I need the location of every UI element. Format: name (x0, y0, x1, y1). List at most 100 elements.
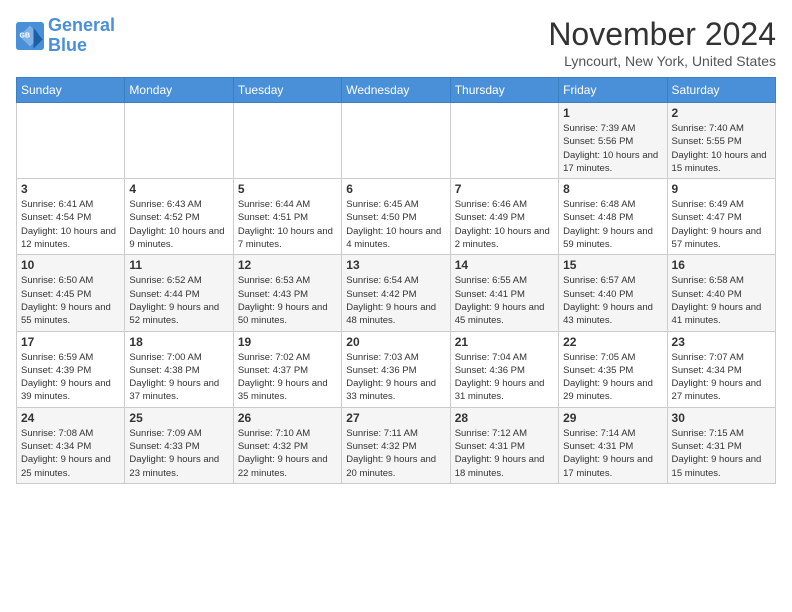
day-number: 26 (238, 411, 337, 425)
table-row: 10 Sunrise: 6:50 AMSunset: 4:45 PMDayligh… (17, 255, 125, 331)
col-wednesday: Wednesday (342, 78, 450, 103)
day-info: Sunrise: 7:15 AMSunset: 4:31 PMDaylight:… (672, 427, 771, 480)
col-tuesday: Tuesday (233, 78, 341, 103)
day-number: 28 (455, 411, 554, 425)
day-info: Sunrise: 7:09 AMSunset: 4:33 PMDaylight:… (129, 427, 228, 480)
day-number: 13 (346, 258, 445, 272)
day-number: 12 (238, 258, 337, 272)
day-info: Sunrise: 7:39 AMSunset: 5:56 PMDaylight:… (563, 122, 662, 175)
page-header: GB General Blue November 2024 Lyncourt, … (16, 16, 776, 69)
table-row: 4 Sunrise: 6:43 AMSunset: 4:52 PMDaylight… (125, 179, 233, 255)
table-row (233, 103, 341, 179)
table-row: 26 Sunrise: 7:10 AMSunset: 4:32 PMDayligh… (233, 407, 341, 483)
table-row: 13 Sunrise: 6:54 AMSunset: 4:42 PMDayligh… (342, 255, 450, 331)
day-number: 10 (21, 258, 120, 272)
day-number: 25 (129, 411, 228, 425)
calendar-week-row: 24Sunrise: 7:08 AMSunset: 4:34 PMDayligh… (17, 407, 776, 483)
day-number: 3 (21, 182, 120, 196)
calendar-week-row: 3Sunrise: 6:41 AMSunset: 4:54 PMDaylight… (17, 179, 776, 255)
logo-icon: GB (16, 22, 44, 50)
day-info: Sunrise: 6:45 AMSunset: 4:50 PMDaylight:… (346, 198, 445, 251)
table-row (342, 103, 450, 179)
day-number: 9 (672, 182, 771, 196)
calendar-week-row: 17 Sunrise: 6:59 AMSunset: 4:39 PMDayligh… (17, 331, 776, 407)
day-number: 29 (563, 411, 662, 425)
day-number: 5 (238, 182, 337, 196)
table-row: 12 Sunrise: 6:53 AMSunset: 4:43 PMDayligh… (233, 255, 341, 331)
logo-text: General Blue (48, 16, 115, 56)
day-info: Sunrise: 7:02 AMSunset: 4:37 PMDaylight:… (238, 351, 337, 404)
day-number: 23 (672, 335, 771, 349)
table-row: 3Sunrise: 6:41 AMSunset: 4:54 PMDaylight… (17, 179, 125, 255)
table-row: 11 Sunrise: 6:52 AMSunset: 4:44 PMDayligh… (125, 255, 233, 331)
day-number: 4 (129, 182, 228, 196)
table-row (125, 103, 233, 179)
table-row: 7 Sunrise: 6:46 AMSunset: 4:49 PMDaylight… (450, 179, 558, 255)
title-block: November 2024 Lyncourt, New York, United… (548, 16, 776, 69)
day-info: Sunrise: 6:46 AMSunset: 4:49 PMDaylight:… (455, 198, 554, 251)
day-info: Sunrise: 7:11 AMSunset: 4:32 PMDaylight:… (346, 427, 445, 480)
table-row: 25 Sunrise: 7:09 AMSunset: 4:33 PMDayligh… (125, 407, 233, 483)
day-number: 18 (129, 335, 228, 349)
logo-line1: General (48, 15, 115, 35)
table-row: 22 Sunrise: 7:05 AMSunset: 4:35 PMDayligh… (559, 331, 667, 407)
col-friday: Friday (559, 78, 667, 103)
calendar-table: Sunday Monday Tuesday Wednesday Thursday… (16, 77, 776, 484)
table-row: 28Sunrise: 7:12 AMSunset: 4:31 PMDayligh… (450, 407, 558, 483)
day-info: Sunrise: 7:05 AMSunset: 4:35 PMDaylight:… (563, 351, 662, 404)
day-info: Sunrise: 7:40 AMSunset: 5:55 PMDaylight:… (672, 122, 771, 175)
day-number: 11 (129, 258, 228, 272)
col-sunday: Sunday (17, 78, 125, 103)
day-info: Sunrise: 6:57 AMSunset: 4:40 PMDaylight:… (563, 274, 662, 327)
table-row: 20Sunrise: 7:03 AMSunset: 4:36 PMDayligh… (342, 331, 450, 407)
table-row: 5 Sunrise: 6:44 AMSunset: 4:51 PMDaylight… (233, 179, 341, 255)
table-row: 16 Sunrise: 6:58 AMSunset: 4:40 PMDayligh… (667, 255, 775, 331)
calendar-week-row: 1 Sunrise: 7:39 AMSunset: 5:56 PMDaylight… (17, 103, 776, 179)
day-number: 7 (455, 182, 554, 196)
day-number: 16 (672, 258, 771, 272)
day-info: Sunrise: 6:55 AMSunset: 4:41 PMDaylight:… (455, 274, 554, 327)
table-row: 24Sunrise: 7:08 AMSunset: 4:34 PMDayligh… (17, 407, 125, 483)
day-info: Sunrise: 7:07 AMSunset: 4:34 PMDaylight:… (672, 351, 771, 404)
day-info: Sunrise: 6:53 AMSunset: 4:43 PMDaylight:… (238, 274, 337, 327)
day-number: 27 (346, 411, 445, 425)
day-info: Sunrise: 6:43 AMSunset: 4:52 PMDaylight:… (129, 198, 228, 251)
table-row (450, 103, 558, 179)
table-row (17, 103, 125, 179)
svg-text:GB: GB (20, 32, 31, 39)
table-row: 23 Sunrise: 7:07 AMSunset: 4:34 PMDayligh… (667, 331, 775, 407)
day-info: Sunrise: 6:48 AMSunset: 4:48 PMDaylight:… (563, 198, 662, 251)
table-row: 6Sunrise: 6:45 AMSunset: 4:50 PMDaylight… (342, 179, 450, 255)
day-number: 21 (455, 335, 554, 349)
day-number: 2 (672, 106, 771, 120)
location-title: Lyncourt, New York, United States (548, 53, 776, 69)
day-info: Sunrise: 6:52 AMSunset: 4:44 PMDaylight:… (129, 274, 228, 327)
day-info: Sunrise: 6:59 AMSunset: 4:39 PMDaylight:… (21, 351, 120, 404)
day-info: Sunrise: 6:44 AMSunset: 4:51 PMDaylight:… (238, 198, 337, 251)
col-thursday: Thursday (450, 78, 558, 103)
day-info: Sunrise: 7:14 AMSunset: 4:31 PMDaylight:… (563, 427, 662, 480)
table-row: 1 Sunrise: 7:39 AMSunset: 5:56 PMDaylight… (559, 103, 667, 179)
day-info: Sunrise: 7:04 AMSunset: 4:36 PMDaylight:… (455, 351, 554, 404)
col-saturday: Saturday (667, 78, 775, 103)
day-number: 17 (21, 335, 120, 349)
table-row: 14Sunrise: 6:55 AMSunset: 4:41 PMDayligh… (450, 255, 558, 331)
day-info: Sunrise: 6:50 AMSunset: 4:45 PMDaylight:… (21, 274, 120, 327)
table-row: 21 Sunrise: 7:04 AMSunset: 4:36 PMDayligh… (450, 331, 558, 407)
day-number: 20 (346, 335, 445, 349)
logo-line2: Blue (48, 35, 87, 55)
day-number: 24 (21, 411, 120, 425)
day-number: 30 (672, 411, 771, 425)
logo: GB General Blue (16, 16, 115, 56)
day-info: Sunrise: 6:49 AMSunset: 4:47 PMDaylight:… (672, 198, 771, 251)
day-number: 22 (563, 335, 662, 349)
day-info: Sunrise: 7:00 AMSunset: 4:38 PMDaylight:… (129, 351, 228, 404)
calendar-header-row: Sunday Monday Tuesday Wednesday Thursday… (17, 78, 776, 103)
day-number: 19 (238, 335, 337, 349)
day-info: Sunrise: 6:58 AMSunset: 4:40 PMDaylight:… (672, 274, 771, 327)
day-number: 1 (563, 106, 662, 120)
table-row: 29 Sunrise: 7:14 AMSunset: 4:31 PMDayligh… (559, 407, 667, 483)
day-info: Sunrise: 6:54 AMSunset: 4:42 PMDaylight:… (346, 274, 445, 327)
day-info: Sunrise: 7:10 AMSunset: 4:32 PMDaylight:… (238, 427, 337, 480)
table-row: 18 Sunrise: 7:00 AMSunset: 4:38 PMDayligh… (125, 331, 233, 407)
